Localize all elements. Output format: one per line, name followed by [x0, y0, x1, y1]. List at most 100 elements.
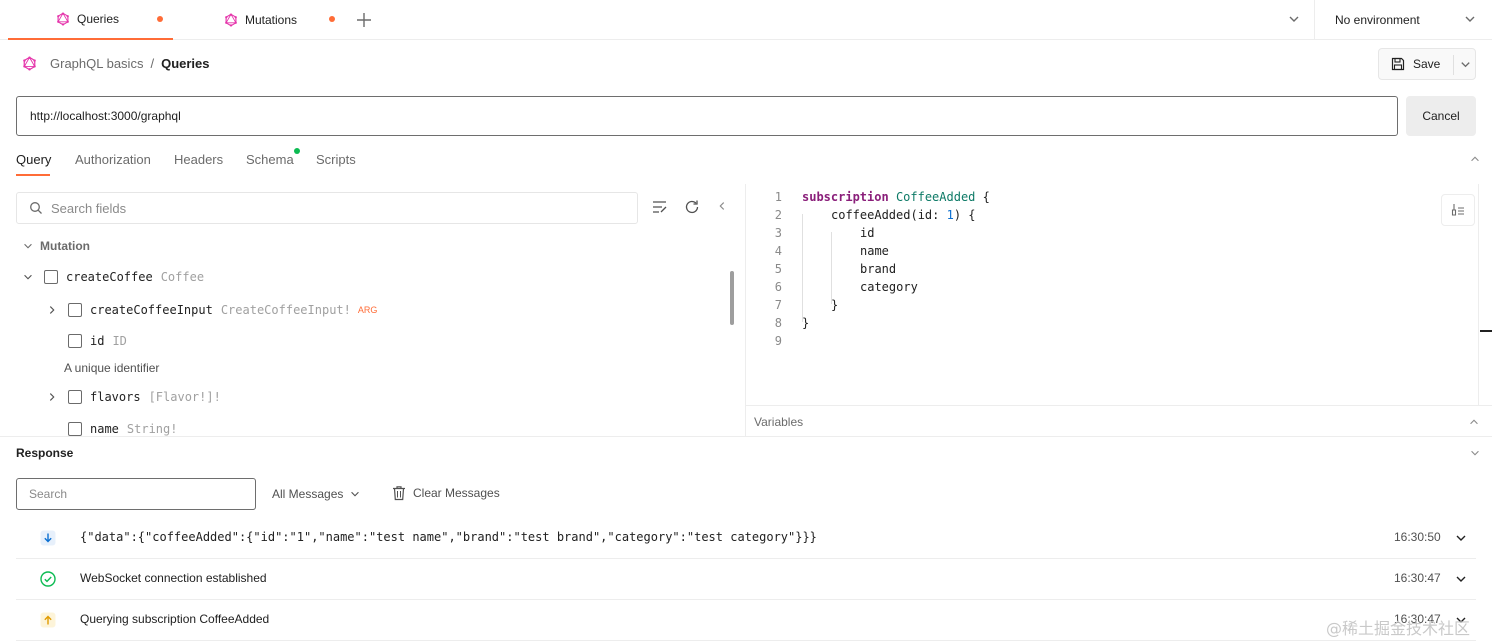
code-text: }	[831, 298, 839, 312]
chevron-right-icon[interactable]	[46, 304, 58, 316]
filter-label: All Messages	[272, 487, 344, 501]
code-text: category	[860, 280, 918, 294]
field-row[interactable]: name String!	[68, 422, 177, 436]
chevron-down-icon[interactable]	[22, 240, 34, 252]
field-row[interactable]: createCoffee Coffee	[22, 270, 204, 284]
graphql-icon	[23, 56, 36, 71]
variables-panel-header[interactable]: Variables	[746, 405, 1492, 437]
graphql-icon	[57, 12, 69, 26]
environment-selector[interactable]: No environment	[1335, 13, 1420, 27]
chevron-down-icon[interactable]	[1463, 12, 1477, 26]
field-checkbox[interactable]	[44, 270, 58, 284]
field-checkbox[interactable]	[68, 390, 82, 404]
search-icon	[30, 202, 42, 214]
message-filter-dropdown[interactable]: All Messages	[272, 487, 361, 501]
field-checkbox[interactable]	[68, 303, 82, 317]
new-tab-plus-icon[interactable]	[355, 11, 373, 29]
field-type: Coffee	[160, 270, 205, 284]
clear-messages-button[interactable]: Clear Messages	[392, 485, 500, 501]
field-checkbox[interactable]	[68, 422, 82, 436]
line-number: 9	[774, 334, 782, 348]
chevron-down-icon[interactable]	[1459, 58, 1472, 71]
cancel-button[interactable]: Cancel	[1406, 96, 1476, 136]
chevron-down-icon[interactable]	[1469, 447, 1481, 459]
breadcrumb-separator: /	[150, 56, 155, 71]
line-number: 8	[774, 316, 782, 330]
arrow-up-icon	[40, 612, 56, 628]
field-name: flavors	[90, 390, 141, 404]
search-fields-input[interactable]: Search fields	[16, 192, 638, 224]
section-mutation[interactable]: Mutation	[40, 239, 90, 253]
save-button[interactable]: Save	[1378, 48, 1476, 80]
chevron-down-icon[interactable]	[1454, 572, 1468, 586]
chevron-left-icon[interactable]	[716, 200, 728, 212]
punct: (id:	[910, 208, 947, 222]
tab-queries[interactable]: Queries	[8, 0, 173, 40]
resize-handle[interactable]	[1480, 330, 1492, 332]
divider	[1478, 184, 1479, 406]
filter-settings-icon[interactable]	[651, 199, 668, 216]
tab-mutations[interactable]: Mutations	[174, 0, 346, 40]
chevron-up-icon[interactable]	[1469, 153, 1481, 165]
tab-headers[interactable]: Headers	[174, 152, 223, 167]
brush-icon	[1451, 204, 1464, 216]
code-line: 8 }	[746, 314, 809, 332]
tab-scripts[interactable]: Scripts	[316, 152, 356, 167]
message-time: 16:30:47	[1394, 571, 1441, 585]
breadcrumb-collection[interactable]: GraphQL basics	[50, 56, 143, 71]
message-row[interactable]: Querying subscription CoffeeAdded 16:30:…	[16, 600, 1476, 641]
code-line: 9	[746, 332, 782, 350]
field-row[interactable]: flavors [Flavor!]!	[46, 390, 221, 404]
chevron-right-icon[interactable]	[46, 391, 58, 403]
breadcrumb-current[interactable]: Queries	[161, 56, 209, 71]
indent-guide	[802, 214, 803, 322]
response-search-input[interactable]: Search	[16, 478, 256, 510]
prettify-button[interactable]	[1441, 194, 1475, 226]
field-row[interactable]: createCoffeeInput CreateCoffeeInput! ARG	[46, 303, 377, 317]
field-name: createCoffee	[66, 270, 153, 284]
chevron-up-icon[interactable]	[1468, 416, 1480, 428]
code-line: 6 category	[746, 278, 918, 296]
tab-schema[interactable]: Schema	[246, 152, 294, 167]
arrow-down-icon	[40, 530, 56, 546]
line-number: 4	[774, 244, 782, 258]
number: 1	[946, 208, 954, 222]
scrollbar[interactable]	[730, 271, 734, 325]
message-text: {"data":{"coffeeAdded":{"id":"1","name":…	[80, 530, 817, 544]
field-type: ID	[112, 334, 127, 348]
field-checkbox[interactable]	[68, 334, 82, 348]
trash-icon	[393, 486, 405, 501]
message-row[interactable]: WebSocket connection established 16:30:4…	[16, 559, 1476, 600]
tab-query[interactable]: Query	[16, 152, 51, 167]
field-name: createCoffeeInput	[90, 303, 213, 317]
field-row[interactable]: id ID	[68, 334, 127, 348]
code-line: 3 id	[746, 224, 875, 242]
code-text: id	[860, 226, 875, 240]
url-input[interactable]: http://localhost:3000/graphql	[16, 96, 1398, 136]
chevron-down-icon	[351, 491, 360, 497]
refresh-icon[interactable]	[684, 199, 700, 215]
watermark: @稀土掘金技术社区	[1326, 619, 1471, 638]
field-type: [Flavor!]!	[148, 390, 221, 404]
chevron-down-icon[interactable]	[1287, 12, 1301, 26]
code-line: 1 subscription CoffeeAdded {	[746, 188, 990, 206]
code-text: }	[802, 316, 810, 330]
message-row[interactable]: {"data":{"coffeeAdded":{"id":"1","name":…	[16, 518, 1476, 559]
chevron-down-icon[interactable]	[22, 271, 34, 283]
arg-badge: ARG	[357, 305, 378, 315]
code-line: 5 brand	[746, 260, 896, 278]
code-text: brand	[860, 262, 897, 276]
active-tab-indicator	[16, 174, 50, 176]
field-type: CreateCoffeeInput!	[220, 303, 351, 317]
tab-authorization[interactable]: Authorization	[75, 152, 151, 167]
search-placeholder: Search fields	[51, 200, 127, 216]
chevron-down-icon[interactable]	[1454, 531, 1468, 545]
indent-guide	[831, 232, 832, 304]
schema-status-dot	[294, 148, 300, 154]
line-number: 3	[774, 226, 782, 240]
query-editor[interactable]: 1 subscription CoffeeAdded { 2 coffeeAdd…	[746, 184, 1478, 406]
unsaved-dot	[329, 16, 335, 22]
divider	[1453, 55, 1454, 75]
punct: {	[975, 190, 990, 204]
field-description: A unique identifier	[64, 361, 160, 375]
